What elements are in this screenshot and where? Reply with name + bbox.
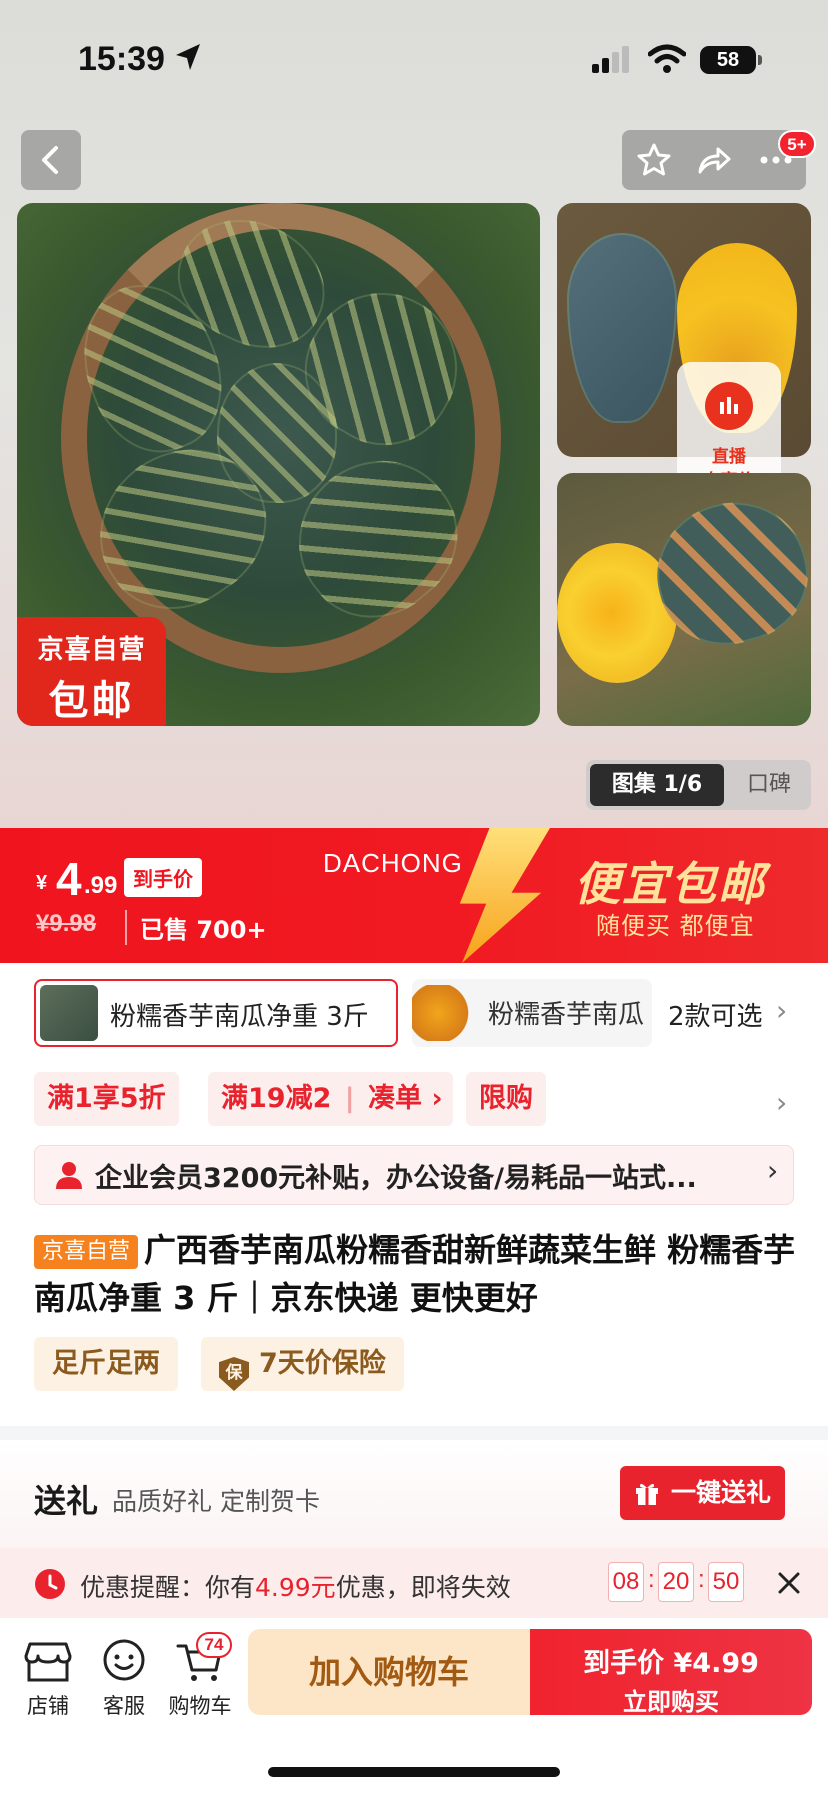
buy-now-label: 立即购买 (623, 1688, 719, 1716)
divider: | (344, 1083, 355, 1114)
shield-icon: 保 (219, 1357, 249, 1391)
send-gift-button[interactable]: 一键送礼 (620, 1466, 785, 1520)
wifi-icon (648, 44, 686, 73)
promo-tag-label: 满19减2 (221, 1083, 332, 1114)
gift-icon (636, 1483, 658, 1505)
store-label[interactable]: 店铺 (8, 1690, 88, 1720)
variant-option[interactable]: 粉糯香芋南瓜 (412, 979, 652, 1047)
section-divider (0, 1426, 828, 1440)
cart-count-badge: 74 (196, 1632, 232, 1658)
reviews-tab[interactable]: 口碑 (734, 760, 804, 810)
countdown-seconds: 50 (708, 1562, 744, 1602)
clock-icon (35, 1569, 65, 1599)
send-gift-label: 一键送礼 (670, 1478, 771, 1507)
feature-label: 7天价保险 (259, 1348, 386, 1379)
countdown-colon: : (698, 1566, 705, 1593)
chevron-right-icon[interactable]: › (776, 994, 787, 1027)
chevron-right-icon: › (767, 1154, 779, 1187)
customer-service-button[interactable] (94, 1636, 154, 1690)
variant-count[interactable]: 2款可选 (668, 996, 763, 1033)
back-button[interactable] (21, 130, 81, 190)
gallery-switch: 图集 1/6 口碑 (586, 760, 811, 810)
price-decimal: .99 (84, 872, 118, 899)
jingxi-self-operated-tag: 京喜自营 包邮 (17, 617, 166, 726)
product-title-text: 广西香芋南瓜粉糯香甜新鲜蔬菜生鲜 粉糯香芋南瓜净重 3 斤｜京东快递 更快更好 (34, 1231, 796, 1317)
add-to-cart-button[interactable]: 加入购物车 (248, 1629, 530, 1715)
battery-indicator: 58 (700, 46, 756, 74)
customer-service-label[interactable]: 客服 (84, 1690, 164, 1720)
gift-title: 送礼 (34, 1482, 99, 1520)
original-price: ¥9.98 (36, 910, 97, 937)
price-banner: ¥ 4 .99 到手价 ¥9.98 已售 700+ DACHONG 便宜包邮 随… (0, 828, 828, 963)
reminder-suffix: 优惠，即将失效 (335, 1573, 511, 1602)
location-arrow-icon (176, 44, 200, 70)
close-icon[interactable] (776, 1570, 802, 1596)
chevron-right-icon[interactable]: › (776, 1086, 787, 1119)
brand-name: DACHONG (323, 848, 463, 878)
countdown-minutes: 20 (658, 1562, 694, 1602)
chevron-left-icon (42, 146, 58, 174)
buy-now-button[interactable]: 到手价 ¥4.99 立即购买 (530, 1629, 812, 1716)
reminder-text: 优惠提醒：你有4.99元优惠，即将失效 (80, 1568, 511, 1604)
tag-line-2: 包邮 (48, 678, 135, 724)
reminder-amount: 4.99元 (255, 1573, 336, 1602)
home-indicator (268, 1767, 560, 1777)
sold-count: 已售 700+ (125, 910, 267, 945)
enterprise-text: 企业会员3200元补贴，办公设备/易耗品一站式... (95, 1163, 697, 1194)
battery-cap (758, 55, 762, 65)
star-icon[interactable] (636, 142, 672, 178)
countdown-hours: 08 (608, 1562, 644, 1602)
smiley-chat-icon (103, 1639, 145, 1681)
variant-option-selected[interactable]: 粉糯香芋南瓜净重 3斤 (34, 979, 398, 1047)
gift-section: 送礼 品质好礼 定制贺卡 一键送礼 (0, 1440, 828, 1548)
cart-label[interactable]: 购物车 (160, 1690, 240, 1720)
reminder-prefix: 优惠提醒：你有 (80, 1573, 256, 1602)
promo-tag-limit[interactable]: 限购 (466, 1072, 546, 1126)
share-icon[interactable] (696, 142, 732, 178)
variant-label: 粉糯香芋南瓜净重 3斤 (110, 1002, 369, 1032)
status-time: 15:39 (78, 40, 165, 78)
live-label: 直播 (712, 447, 746, 467)
price-currency: ¥ (36, 872, 48, 894)
enterprise-member-banner[interactable]: 企业会员3200元补贴，办公设备/易耗品一站式... › (34, 1145, 794, 1205)
promo-tag-fullreduce[interactable]: 满19减2 | 凑单 › (208, 1072, 453, 1126)
promo-subslogan: 随便买 都便宜 (596, 912, 755, 940)
variant-thumbnail (40, 985, 98, 1041)
store-button[interactable] (18, 1636, 78, 1690)
variant-thumbnail (412, 985, 470, 1041)
buy-price-label: 到手价 ¥4.99 (583, 1648, 759, 1679)
variant-label: 粉糯香芋南瓜 (488, 1000, 645, 1030)
chevron-right-icon: › (422, 1083, 443, 1114)
self-operated-tag: 京喜自营 (34, 1235, 139, 1269)
pumpkin-shape (567, 233, 677, 423)
promo-tag-discount[interactable]: 满1享5折 (34, 1072, 179, 1126)
discount-reminder: 优惠提醒：你有4.99元优惠，即将失效 08 : 20 : 50 (0, 1548, 828, 1618)
feature-full-weight[interactable]: 足斤足两 (34, 1337, 178, 1391)
live-icon (705, 382, 753, 430)
product-title: 京喜自营 广西香芋南瓜粉糯香甜新鲜蔬菜生鲜 粉糯香芋南瓜净重 3 斤｜京东快递 更… (34, 1226, 796, 1322)
countdown-colon: : (648, 1566, 655, 1593)
tag-line-1: 京喜自营 (37, 635, 146, 665)
user-icon (56, 1162, 82, 1189)
price-integer: 4 (56, 853, 82, 905)
message-badge: 5+ (778, 130, 816, 158)
gallery-tab[interactable]: 图集 1/6 (590, 764, 724, 806)
promo-slogan: 便宜包邮 (574, 857, 766, 911)
gift-subtitle: 品质好礼 定制贺卡 (112, 1487, 320, 1516)
final-price-label: 到手价 (124, 858, 202, 897)
thumbnail-image-2[interactable] (557, 473, 811, 726)
signal-icon (592, 46, 629, 73)
store-icon (24, 1642, 72, 1682)
feature-price-protect[interactable]: 保 7天价保险 (201, 1337, 404, 1391)
add-on-link[interactable]: 凑单 (368, 1083, 422, 1114)
